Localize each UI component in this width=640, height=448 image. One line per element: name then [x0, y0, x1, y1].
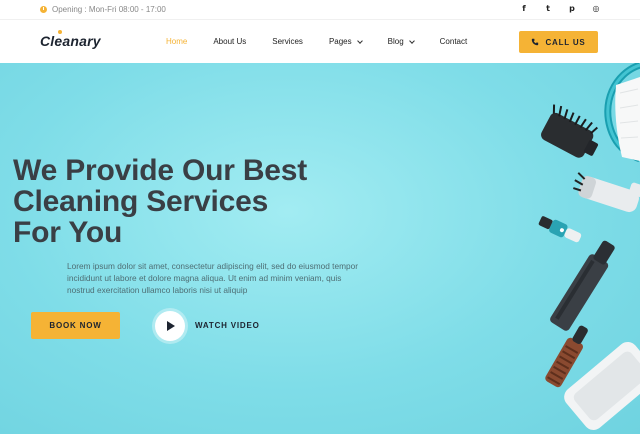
- nav-menu: Home About Us Services Pages Blog Contac…: [166, 37, 493, 46]
- book-now-label: BOOK NOW: [49, 321, 102, 330]
- nav-item-services[interactable]: Services: [272, 37, 303, 46]
- chevron-down-icon: [356, 37, 363, 44]
- nav-item-home[interactable]: Home: [166, 37, 187, 46]
- play-video-button[interactable]: [155, 311, 185, 341]
- instagram-icon[interactable]: ◎: [592, 4, 600, 13]
- cleaning-tools-image: [538, 63, 640, 430]
- call-us-label: CALL US: [545, 37, 586, 47]
- opening-hours-text: Opening : Mon-Fri 08:00 - 17:00: [52, 5, 166, 14]
- main-nav: Cleanary Home About Us Services Pages Bl…: [0, 20, 640, 63]
- top-bar: Opening : Mon-Fri 08:00 - 17:00 f t p ◎: [0, 0, 640, 20]
- nav-item-label: Services: [272, 37, 303, 46]
- pinterest-icon[interactable]: p: [568, 4, 576, 13]
- hero-description: Lorem ipsum dolor sit amet, consectetur …: [67, 261, 358, 295]
- social-links: f t p ◎: [520, 4, 600, 13]
- nav-item-label: Blog: [387, 37, 404, 46]
- nav-item-contact[interactable]: Contact: [440, 37, 468, 46]
- nav-item-label: Contact: [439, 37, 468, 46]
- phone-icon: [532, 38, 539, 46]
- headline-line: Cleaning Services: [13, 185, 269, 218]
- logo[interactable]: Cleanary: [40, 33, 101, 49]
- chevron-down-icon: [408, 37, 415, 44]
- headline-line: We Provide Our Best: [13, 154, 308, 187]
- hero-headline: We Provide Our Best Cleaning Services Fo…: [13, 155, 307, 248]
- facebook-icon[interactable]: f: [520, 4, 528, 13]
- call-us-button[interactable]: CALL US: [519, 31, 598, 53]
- hero-section: We Provide Our Best Cleaning Services Fo…: [0, 63, 640, 434]
- nav-item-about[interactable]: About Us: [213, 37, 246, 46]
- nav-item-pages[interactable]: Pages: [328, 37, 363, 46]
- book-now-button[interactable]: BOOK NOW: [31, 312, 120, 339]
- clock-icon: [40, 6, 47, 13]
- opening-hours: Opening : Mon-Fri 08:00 - 17:00: [40, 5, 166, 14]
- watch-video-link[interactable]: WATCH VIDEO: [195, 321, 260, 330]
- nav-item-blog[interactable]: Blog: [387, 37, 415, 46]
- headline-line: For You: [13, 216, 123, 249]
- nav-item-label: Home: [166, 37, 188, 46]
- nav-item-label: Pages: [328, 37, 352, 46]
- play-icon: [167, 321, 175, 331]
- twitter-icon[interactable]: t: [544, 4, 552, 13]
- nav-item-label: About Us: [213, 37, 247, 46]
